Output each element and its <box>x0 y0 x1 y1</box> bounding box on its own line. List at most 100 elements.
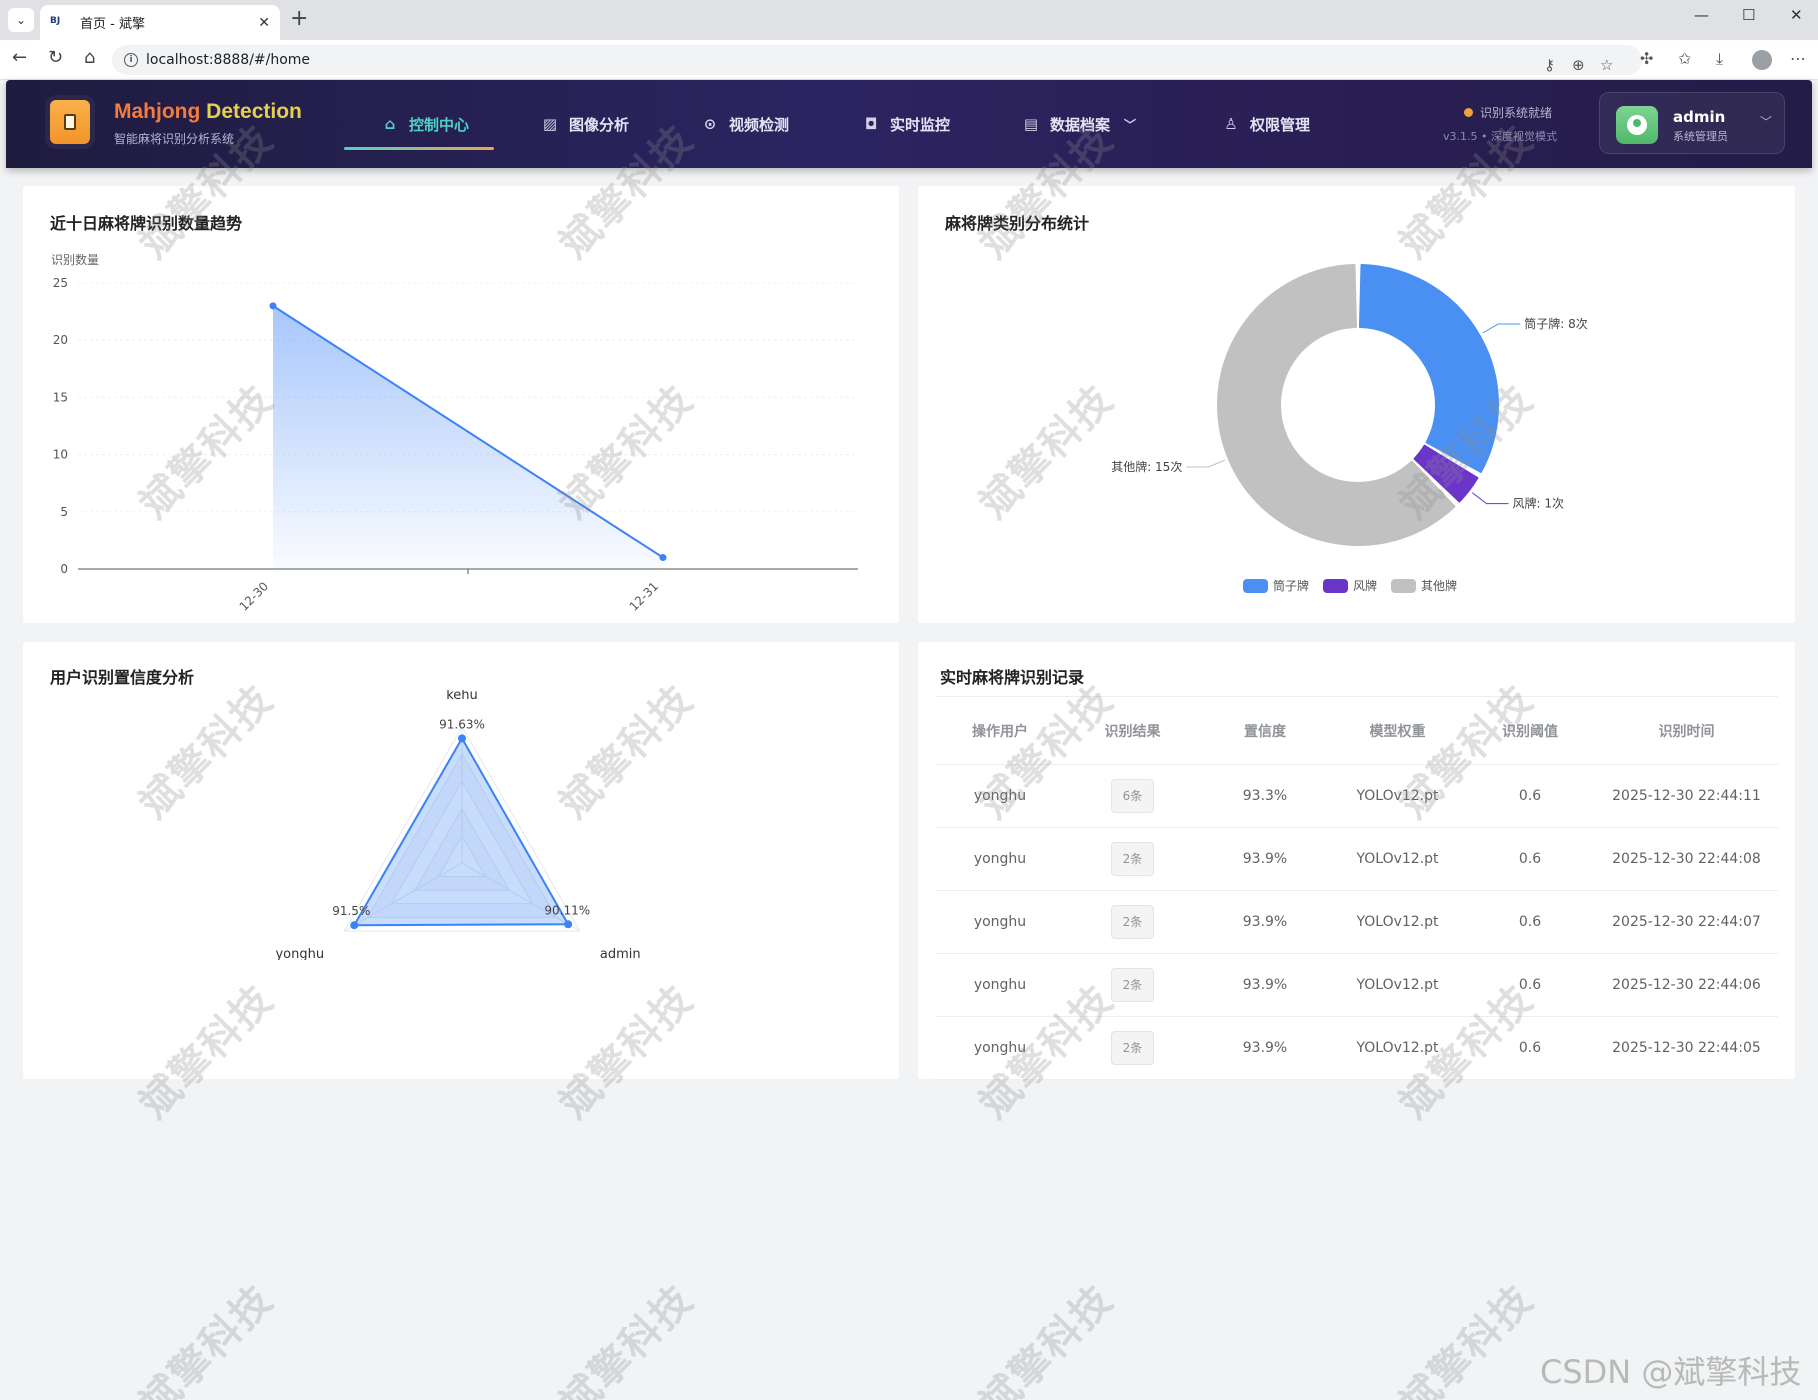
cell-model: YOLOv12.pt <box>1356 788 1439 804</box>
avatar <box>1616 106 1658 144</box>
app-header: Mahjong Detection 智能麻将识别分析系统 ⌂ 控制中心 ▨ 图像… <box>6 80 1812 168</box>
radar-point <box>350 921 359 930</box>
home-browser-icon[interactable]: ⌂ <box>84 47 95 68</box>
nav-label: 图像分析 <box>569 115 630 134</box>
column-header[interactable]: 操作用户 <box>935 721 1065 741</box>
nav-label: 权限管理 <box>1250 115 1311 134</box>
table-row[interactable]: yonghu 2条 93.9% YOLOv12.pt 0.6 2025-12-3… <box>935 891 1778 954</box>
cell-model: YOLOv12.pt <box>1356 1040 1439 1056</box>
csdn-watermark: CSDN @斌擎科技 <box>1540 1353 1802 1391</box>
maximize-icon[interactable]: ☐ <box>1742 6 1755 24</box>
slice-label: 筒子牌: 8次 <box>1524 316 1588 331</box>
cell-confidence: 93.9% <box>1242 1040 1288 1056</box>
radar-value-label: 91.5% <box>332 904 370 918</box>
result-tag: 2条 <box>1110 905 1155 939</box>
nav-data-archive[interactable]: ▤ 数据档案 ﹀ <box>1022 112 1136 136</box>
legend-item[interactable]: 筒子牌 <box>1243 577 1309 594</box>
table-row[interactable]: yonghu 2条 93.9% YOLOv12.pt 0.6 2025-12-3… <box>935 1017 1778 1080</box>
back-icon[interactable]: ← <box>12 47 27 68</box>
column-header[interactable]: 识别阈值 <box>1465 721 1595 741</box>
y-tick-label: 15 <box>53 390 68 404</box>
cell-user: yonghu <box>973 851 1027 867</box>
table-row[interactable]: yonghu 2条 93.9% YOLOv12.pt 0.6 2025-12-3… <box>935 954 1778 1017</box>
result-tag: 6条 <box>1110 779 1155 813</box>
cell-threshold: 0.6 <box>1518 1040 1542 1056</box>
nav-realtime-monitor[interactable]: ◘ 实时监控 <box>862 112 950 136</box>
slice-label: 其他牌: 15次 <box>1111 460 1182 474</box>
extensions-icon[interactable]: ✣ <box>1640 49 1653 68</box>
result-tag: 2条 <box>1110 1031 1155 1065</box>
column-header[interactable]: 置信度 <box>1200 721 1330 741</box>
close-window-icon[interactable]: ✕ <box>1790 6 1803 24</box>
close-tab-icon[interactable]: ✕ <box>258 15 270 31</box>
document-icon: ▤ <box>1023 115 1039 133</box>
legend-swatch <box>1391 578 1417 593</box>
radar-axis-label: admin <box>600 947 641 960</box>
new-tab-icon[interactable]: + <box>290 6 308 31</box>
favicon-icon: BJ <box>50 15 61 26</box>
radar-point <box>564 920 573 929</box>
watermark: 斌擎科技 <box>971 1276 1123 1400</box>
trend-line-chart: 0 5 10 15 20 25 12-30 12-31 <box>53 276 858 614</box>
nav-image-analysis[interactable]: ▨ 图像分析 <box>541 112 629 136</box>
result-tag: 2条 <box>1110 968 1155 1002</box>
radar-series-area <box>352 736 570 927</box>
column-header[interactable]: 识别时间 <box>1595 721 1778 741</box>
watermark: 斌擎科技 <box>131 1276 283 1400</box>
minimize-icon[interactable]: — <box>1694 6 1709 24</box>
result-tag: 2条 <box>1110 842 1155 876</box>
donut-legend: 筒子牌 风牌 其他牌 <box>1243 577 1471 594</box>
chevron-down-icon: ﹀ <box>1124 117 1137 132</box>
legend-item[interactable]: 其他牌 <box>1391 577 1457 594</box>
cell-model: YOLOv12.pt <box>1356 851 1439 867</box>
reload-icon[interactable]: ↻ <box>48 47 63 68</box>
chevron-down-icon: ⌄ <box>15 13 27 27</box>
column-header[interactable]: 识别结果 <box>1065 721 1200 741</box>
address-bar[interactable]: i localhost:8888/#/home ⚷ ⊕ ☆ <box>112 45 1642 75</box>
cell-time: 2025-12-30 22:44:11 <box>1612 788 1761 804</box>
key-icon[interactable]: ⚷ <box>1544 56 1555 74</box>
slice-label-line <box>1482 323 1521 334</box>
user-menu[interactable]: admin 系统管理员 ﹀ <box>1599 92 1785 154</box>
browser-toolbar: ← ↻ ⌂ i localhost:8888/#/home ⚷ ⊕ ☆ ✣ ✩ … <box>0 40 1818 80</box>
x-tick-label: 12-30 <box>237 579 272 614</box>
column-header[interactable]: 模型权重 <box>1330 721 1465 741</box>
tab-list-button[interactable]: ⌄ <box>8 8 34 32</box>
cell-threshold: 0.6 <box>1518 914 1542 930</box>
table-row[interactable]: yonghu 6条 93.3% YOLOv12.pt 0.6 2025-12-3… <box>935 765 1778 828</box>
mahjong-logo-icon <box>50 100 90 144</box>
cell-confidence: 93.9% <box>1242 851 1288 867</box>
camera-icon: ◘ <box>864 115 878 133</box>
brand-title-part1: Mahjong <box>114 100 201 123</box>
home-icon: ⌂ <box>384 115 396 133</box>
zoom-icon[interactable]: ⊕ <box>1572 56 1585 74</box>
data-point <box>269 302 277 310</box>
cell-user: yonghu <box>973 914 1027 930</box>
version-text: v3.1.5 • 深度视觉模式 <box>1443 130 1557 143</box>
cell-threshold: 0.6 <box>1518 788 1542 804</box>
cell-time: 2025-12-30 22:44:06 <box>1612 977 1761 993</box>
card-title: 近十日麻将牌识别数量趋势 <box>50 214 243 233</box>
browser-tab[interactable]: BJ 首页 - 斌擎 ✕ <box>40 5 280 40</box>
cell-user: yonghu <box>973 1040 1027 1056</box>
more-icon[interactable]: ⋯ <box>1790 49 1806 68</box>
profile-icon[interactable] <box>1752 50 1772 70</box>
cell-confidence: 93.9% <box>1242 977 1288 993</box>
favorites-icon[interactable]: ✩ <box>1678 49 1691 68</box>
legend-item[interactable]: 风牌 <box>1323 577 1377 594</box>
radar-axis-label: kehu <box>446 690 478 703</box>
browser-tab-bar: ⌄ BJ 首页 - 斌擎 ✕ + — ☐ ✕ <box>0 0 1818 40</box>
star-icon[interactable]: ☆ <box>1600 56 1613 74</box>
download-icon[interactable]: ⤓ <box>1716 49 1723 69</box>
card-title: 实时麻将牌识别记录 <box>940 668 1085 687</box>
brand-title: Mahjong Detection <box>114 100 302 124</box>
nav-video-detection[interactable]: ⊙ 视频检测 <box>701 112 789 136</box>
x-tick-label: 12-31 <box>627 579 662 614</box>
table-row[interactable]: yonghu 2条 93.9% YOLOv12.pt 0.6 2025-12-3… <box>935 828 1778 891</box>
watermark: 斌擎科技 <box>551 1276 703 1400</box>
site-info-icon[interactable]: i <box>124 53 138 67</box>
nav-label: 视频检测 <box>729 115 790 134</box>
radar-point <box>458 734 466 743</box>
nav-control-center[interactable]: ⌂ 控制中心 <box>381 112 469 136</box>
nav-permissions[interactable]: ♙ 权限管理 <box>1222 112 1310 136</box>
